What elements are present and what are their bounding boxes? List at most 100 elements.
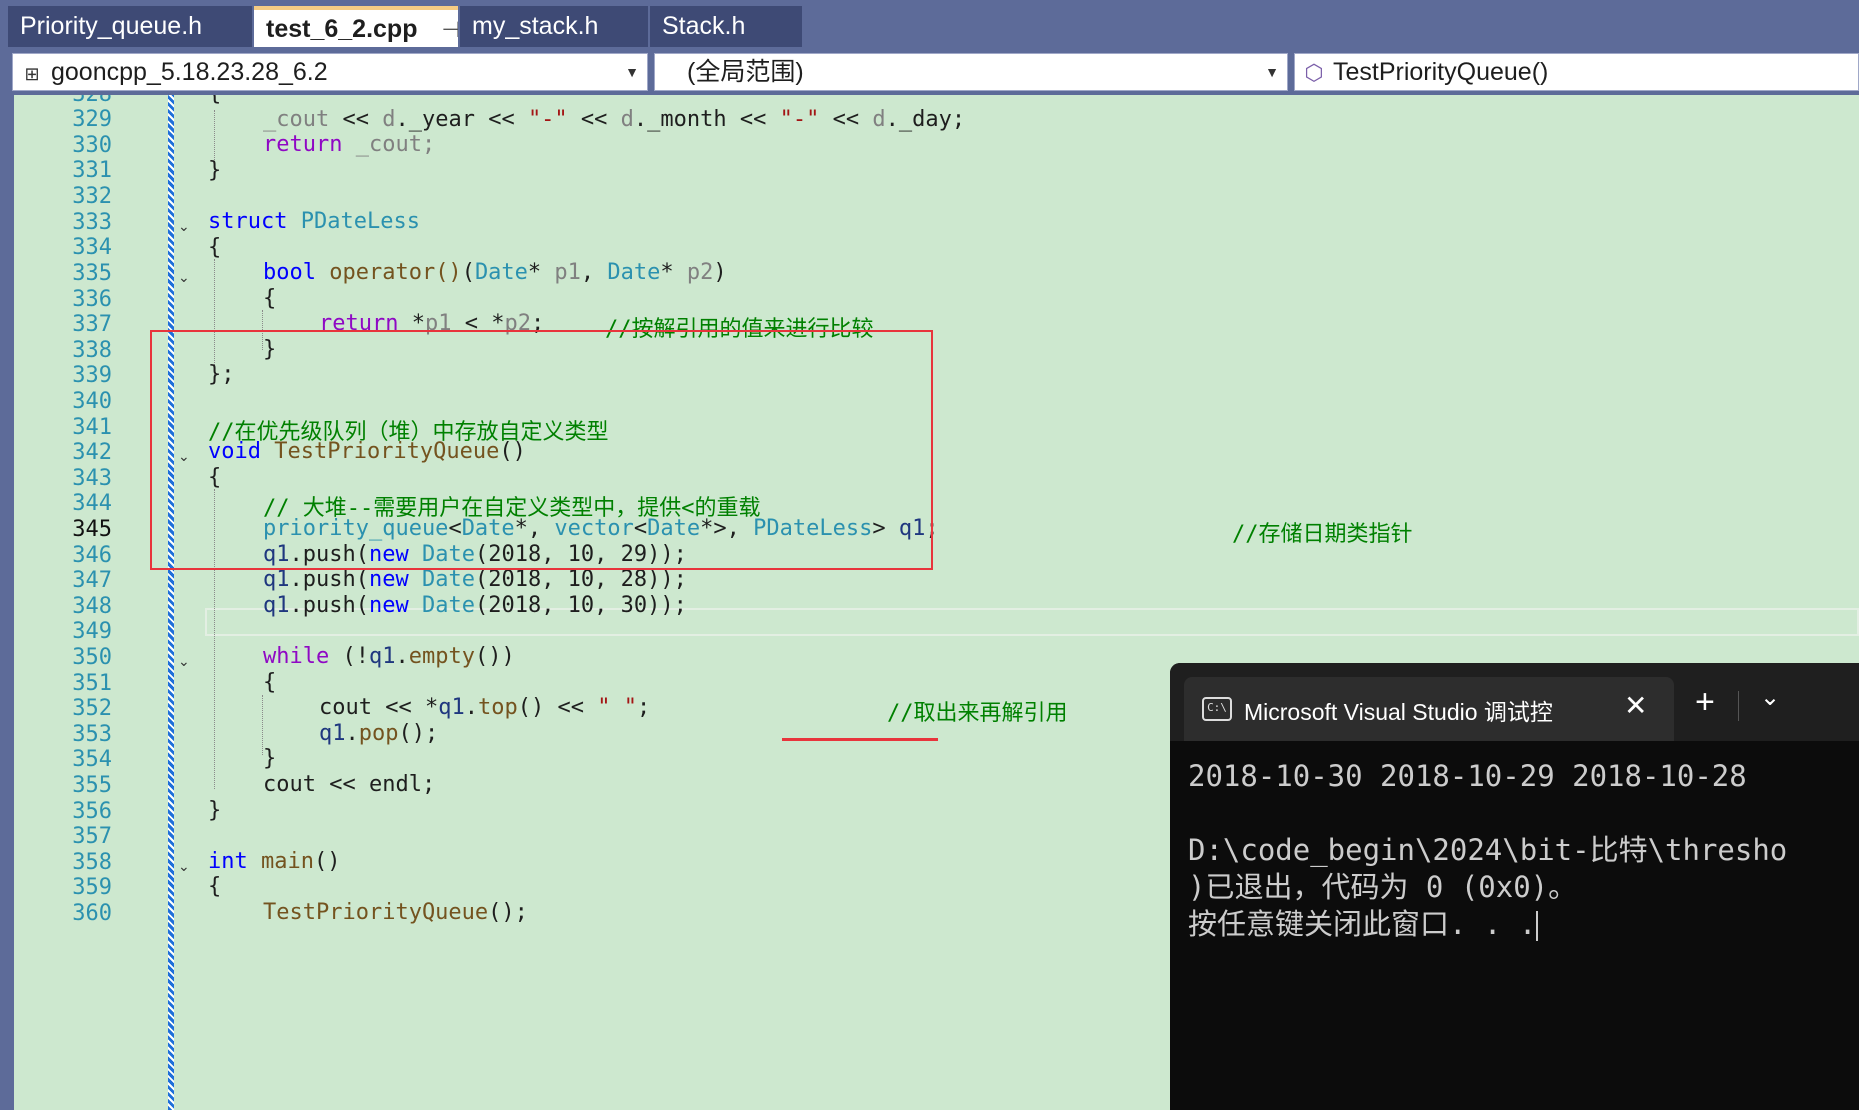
- line-number: 359: [72, 875, 112, 900]
- output-line: )已退出，代码为 0 (0x0)。: [1188, 870, 1578, 904]
- line-number: 344: [72, 491, 112, 516]
- code-line: }: [208, 158, 222, 183]
- line-number: 332: [72, 184, 112, 209]
- tab-priority-queue-h[interactable]: Priority_queue.h: [8, 6, 252, 47]
- line-number: 331: [72, 158, 112, 183]
- line-number: 343: [72, 466, 112, 491]
- console-icon: C:\: [1202, 697, 1232, 721]
- code-line: q1.pop();: [319, 721, 439, 746]
- line-number: 333: [72, 210, 112, 235]
- pin-icon[interactable]: ⊣: [441, 17, 458, 42]
- code-line: q1.push(new Date(2018, 10, 28));: [263, 567, 687, 592]
- collapse-chevron-icon[interactable]: ⌄: [178, 219, 192, 233]
- line-number: 330: [72, 133, 112, 158]
- project-dropdown[interactable]: ⊞ gooncpp_5.18.23.28_6.2 ▼: [12, 53, 648, 91]
- line-number: 352: [72, 696, 112, 721]
- line-number: 340: [72, 389, 112, 414]
- tab-label: my_stack.h: [472, 12, 599, 40]
- line-number: 348: [72, 594, 112, 619]
- editor-left-margin: [0, 95, 14, 1110]
- code-line: bool operator()(Date* p1, Date* p2): [263, 260, 727, 285]
- line-number: 360: [72, 901, 112, 926]
- line-number: 346: [72, 543, 112, 568]
- code-line: {: [208, 235, 222, 260]
- tab-label: Stack.h: [662, 12, 746, 40]
- line-number: 351: [72, 671, 112, 696]
- underline-annotation: [782, 738, 938, 741]
- line-number: 356: [72, 799, 112, 824]
- line-number: 338: [72, 338, 112, 363]
- close-icon[interactable]: ✕: [1624, 689, 1647, 722]
- chevron-down-icon: ▼: [1265, 64, 1279, 80]
- code-comment: //存储日期类指针: [1232, 522, 1413, 547]
- scope-dropdown[interactable]: (全局范围) ▼: [654, 53, 1288, 91]
- debug-console-window[interactable]: C:\ Microsoft Visual Studio 调试控 ✕ + ⌄ 20…: [1170, 663, 1859, 1110]
- scope-name: (全局范围): [687, 58, 804, 86]
- collapse-chevron-icon[interactable]: ⌄: [178, 654, 192, 668]
- terminal-tab[interactable]: C:\ Microsoft Visual Studio 调试控 ✕: [1184, 677, 1674, 741]
- current-line-number: 345: [72, 517, 112, 542]
- indicator-margin: [14, 95, 40, 1110]
- tab-label: Priority_queue.h: [20, 12, 203, 40]
- highlight-box-annotation: [150, 330, 933, 570]
- tab-label: test_6_2.cpp: [266, 15, 418, 43]
- line-number: 334: [72, 235, 112, 260]
- code-comment: //取出来再解引用: [887, 701, 1068, 726]
- code-line: {: [208, 874, 222, 899]
- line-number: 357: [72, 824, 112, 849]
- code-line: cout << endl;: [263, 772, 436, 797]
- code-line: TestPriorityQueue();: [263, 900, 528, 925]
- text-cursor: [1536, 911, 1539, 941]
- code-line: struct PDateLess: [208, 209, 420, 234]
- line-number: 328: [44, 95, 112, 107]
- project-name: gooncpp_5.18.23.28_6.2: [51, 58, 328, 86]
- line-number: 329: [72, 107, 112, 132]
- line-number: 350: [72, 645, 112, 670]
- line-number: 355: [72, 773, 112, 798]
- code-line: cout << *q1.top() << " ";: [319, 695, 651, 720]
- line-number: 349: [72, 619, 112, 644]
- code-line: _cout << d._year << "-" << d._month << "…: [263, 107, 966, 132]
- code-line: }: [208, 798, 222, 823]
- code-line: {: [208, 95, 221, 106]
- change-tracking-bar: [168, 95, 174, 1110]
- line-number: 358: [72, 850, 112, 875]
- line-number: 342: [72, 440, 112, 465]
- tab-separator: [1738, 691, 1739, 721]
- new-tab-plus-icon[interactable]: +: [1695, 683, 1715, 722]
- member-dropdown[interactable]: ⬡ TestPriorityQueue(): [1294, 53, 1859, 91]
- collapse-chevron-icon[interactable]: ⌄: [178, 859, 192, 873]
- member-name: TestPriorityQueue(): [1333, 58, 1549, 86]
- method-cube-icon: ⬡: [1304, 60, 1324, 85]
- line-number: 354: [72, 747, 112, 772]
- line-number: 335: [72, 261, 112, 286]
- terminal-output: 2018-10-30 2018-10-29 2018-10-28 D:\code…: [1188, 758, 1787, 943]
- project-icon: ⊞: [24, 64, 40, 84]
- code-line: while (!q1.empty()): [263, 644, 515, 669]
- output-line: 按任意键关闭此窗口. . .: [1188, 907, 1537, 941]
- output-line: 2018-10-30 2018-10-29 2018-10-28: [1188, 759, 1747, 793]
- code-line: {: [263, 286, 277, 311]
- navigation-bar: ⊞ gooncpp_5.18.23.28_6.2 ▼ (全局范围) ▼ ⬡ TestPr…: [0, 49, 1859, 95]
- output-line: D:\code_begin\2024\bit-比特\thresho: [1188, 833, 1788, 867]
- line-number: 337: [72, 312, 112, 337]
- collapse-chevron-icon[interactable]: ⌄: [178, 270, 192, 284]
- code-line: int main(): [208, 849, 341, 874]
- tab-test-6-2-cpp[interactable]: test_6_2.cpp⊣✕: [254, 6, 458, 47]
- line-number: 336: [72, 287, 112, 312]
- terminal-tab-bar: C:\ Microsoft Visual Studio 调试控 ✕ + ⌄: [1170, 663, 1859, 741]
- line-number: 353: [72, 722, 112, 747]
- code-line: q1.push(new Date(2018, 10, 30));: [263, 593, 687, 618]
- chevron-down-icon[interactable]: ⌄: [1760, 683, 1780, 712]
- chevron-down-icon: ▼: [625, 64, 639, 80]
- terminal-tab-title: Microsoft Visual Studio 调试控: [1244, 699, 1553, 725]
- code-line: }: [263, 746, 277, 771]
- tab-stack-h[interactable]: Stack.h: [650, 6, 802, 47]
- line-number: 341: [72, 415, 112, 440]
- line-number: 339: [72, 363, 112, 388]
- code-line: {: [263, 670, 277, 695]
- code-line: return _cout;: [263, 132, 436, 157]
- tab-my-stack-h[interactable]: my_stack.h: [460, 6, 648, 47]
- line-number: 347: [72, 568, 112, 593]
